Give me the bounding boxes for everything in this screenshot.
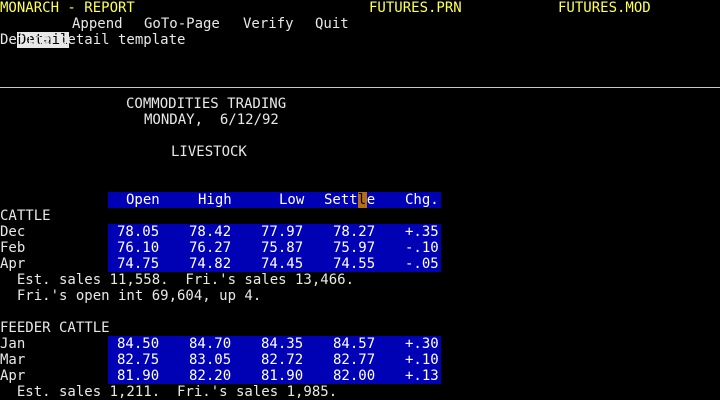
col-open: Open	[126, 192, 160, 208]
col-settle-right: e	[366, 192, 376, 208]
menu-item-verify[interactable]: Verify	[243, 16, 294, 32]
cell-low: 77.97	[261, 224, 304, 240]
prn-filename: FUTURES.PRN	[369, 0, 462, 16]
row-month: Mar	[0, 352, 26, 368]
report-date: MONDAY, 6/12/92	[144, 112, 279, 128]
cell-high: 74.82	[189, 256, 232, 272]
mod-filename: FUTURES.MOD	[558, 0, 651, 16]
cell-settle: 75.97	[333, 240, 376, 256]
group-name-cattle: CATTLE	[0, 208, 51, 224]
col-high: High	[198, 192, 232, 208]
app-title: MONARCH - REPORT	[0, 0, 135, 16]
cell-chg: +.35	[405, 224, 439, 240]
cell-settle: 74.55	[333, 256, 376, 272]
row-month: Jan	[0, 336, 26, 352]
cell-chg: +.10	[405, 352, 439, 368]
group-name-feeder-cattle: FEEDER CATTLE	[0, 320, 110, 336]
col-settle: Settle	[324, 192, 375, 208]
group-note: Fri.'s open int 69,604, up 4.	[0, 288, 262, 304]
menu-item-append[interactable]: Append	[72, 16, 123, 32]
menu-bar: Detail	[0, 16, 70, 48]
cell-high: 78.42	[189, 224, 232, 240]
cell-open: 76.10	[117, 240, 160, 256]
cell-open: 81.90	[117, 368, 160, 384]
menu-item-goto-page[interactable]: GoTo-Page	[144, 16, 220, 32]
col-settle-left: Sett	[324, 192, 358, 208]
divider	[0, 87, 720, 88]
cell-chg: -.05	[405, 256, 439, 272]
cell-low: 82.72	[261, 352, 304, 368]
cell-low: 75.87	[261, 240, 304, 256]
menu-help-text: Define detail template	[0, 32, 186, 48]
row-month: Dec	[0, 224, 26, 240]
report-title: COMMODITIES TRADING	[126, 96, 287, 112]
group-note: Est. sales 11,558. Fri.'s sales 13,466.	[0, 272, 355, 288]
cell-chg: -.10	[405, 240, 439, 256]
cell-settle: 84.57	[333, 336, 376, 352]
row-month: Apr	[0, 368, 26, 384]
cell-high: 76.27	[189, 240, 232, 256]
menu-item-quit[interactable]: Quit	[315, 16, 349, 32]
group-note: Est. sales 1,211. Fri.'s sales 1,985.	[0, 384, 338, 400]
row-month: Apr	[0, 256, 26, 272]
cell-settle: 82.77	[333, 352, 376, 368]
cell-chg: +.13	[405, 368, 439, 384]
col-low: Low	[279, 192, 305, 208]
cell-open: 74.75	[117, 256, 160, 272]
cell-settle: 78.27	[333, 224, 376, 240]
cell-settle: 82.00	[333, 368, 376, 384]
cell-open: 84.50	[117, 336, 160, 352]
cell-low: 74.45	[261, 256, 304, 272]
report-section: LIVESTOCK	[171, 144, 247, 160]
cell-high: 82.20	[189, 368, 232, 384]
cell-open: 82.75	[117, 352, 160, 368]
cell-high: 83.05	[189, 352, 232, 368]
cell-chg: +.30	[405, 336, 439, 352]
row-month: Feb	[0, 240, 26, 256]
cell-open: 78.05	[117, 224, 160, 240]
cell-low: 84.35	[261, 336, 304, 352]
col-chg: Chg.	[405, 192, 439, 208]
cell-low: 81.90	[261, 368, 304, 384]
cell-high: 84.70	[189, 336, 232, 352]
text-cursor[interactable]: l	[357, 192, 367, 208]
